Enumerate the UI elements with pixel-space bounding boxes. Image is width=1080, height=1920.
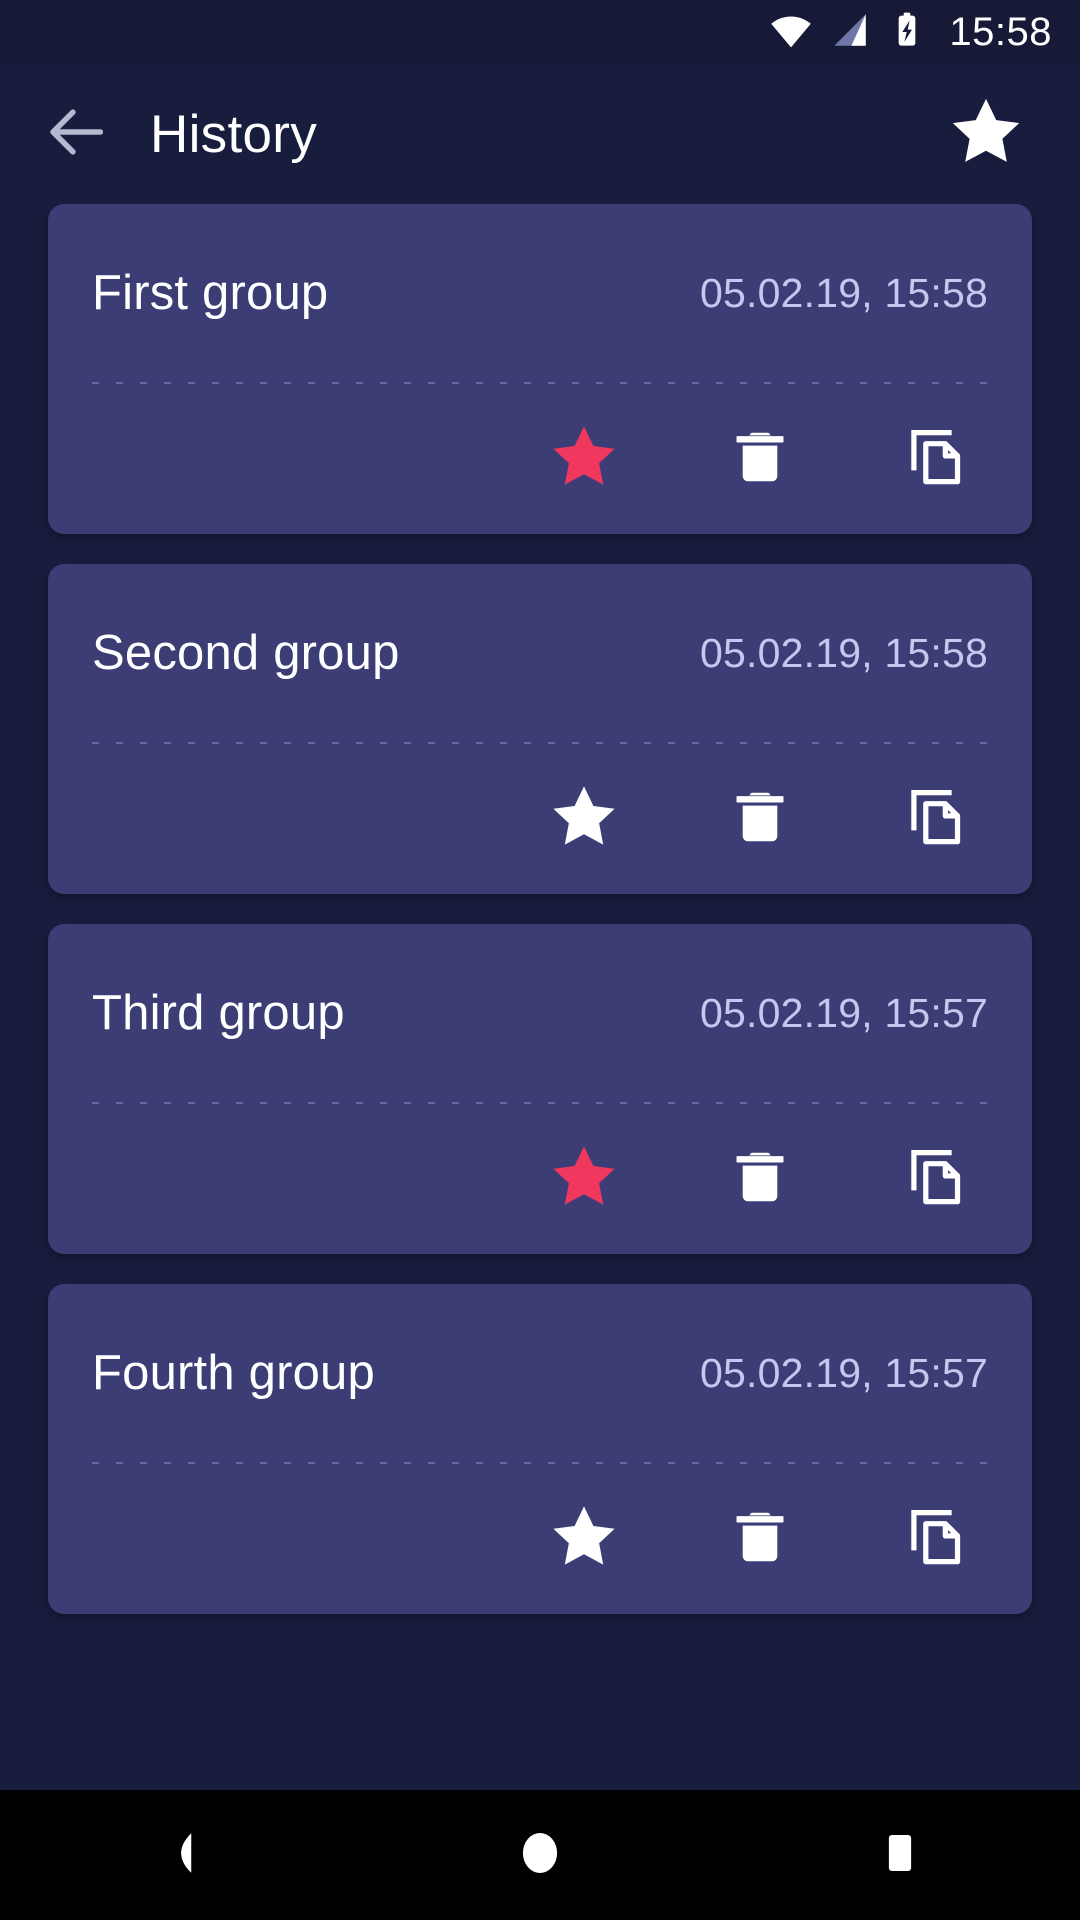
star-icon [548,1501,620,1578]
back-button[interactable] [22,79,132,189]
arrow-back-icon [42,97,112,172]
card-date: 05.02.19, 15:58 [700,629,988,676]
nav-home-button[interactable] [460,1790,620,1920]
card-divider [92,742,988,744]
card-actions [92,744,988,894]
copy-icon [902,423,970,496]
copy-button[interactable] [890,413,982,505]
card-divider [92,1102,988,1104]
card-divider [92,382,988,384]
copy-icon [902,1503,970,1576]
star-icon [548,1141,620,1218]
nav-back-button[interactable] [100,1790,260,1920]
favorite-button[interactable] [538,1133,630,1225]
copy-icon [902,783,970,856]
history-card[interactable]: Third group 05.02.19, 15:57 [48,924,1032,1254]
card-date: 05.02.19, 15:57 [700,989,988,1036]
delete-button[interactable] [714,413,806,505]
app-bar: History [0,64,1080,204]
card-divider [92,1462,988,1464]
status-bar-clock: 15:58 [949,10,1052,54]
favorites-button[interactable] [938,86,1034,182]
copy-button[interactable] [890,1133,982,1225]
card-header: Second group 05.02.19, 15:58 [92,564,988,742]
card-title: Second group [92,626,400,680]
favorite-button[interactable] [538,413,630,505]
status-bar: 15:58 [0,0,1080,64]
wifi-icon [769,8,813,57]
trash-icon [729,786,791,853]
card-header: Fourth group 05.02.19, 15:57 [92,1284,988,1462]
trash-icon [729,426,791,493]
system-navigation-bar [0,1790,1080,1920]
delete-button[interactable] [714,773,806,865]
copy-button[interactable] [890,773,982,865]
star-icon [548,781,620,858]
app-screen: 15:58 History First group 05.02.19, 15:5… [0,0,1080,1920]
favorite-button[interactable] [538,773,630,865]
page-title: History [150,104,318,164]
card-actions [92,1104,988,1254]
card-header: Third group 05.02.19, 15:57 [92,924,988,1102]
card-date: 05.02.19, 15:58 [700,269,988,316]
card-date: 05.02.19, 15:57 [700,1349,988,1396]
nav-home-icon [515,1828,565,1883]
nav-recents-button[interactable] [820,1790,980,1920]
cellular-signal-icon [829,9,871,56]
card-title: Third group [92,986,345,1040]
trash-icon [729,1506,791,1573]
star-icon [548,421,620,498]
nav-back-icon [153,1826,207,1885]
trash-icon [729,1146,791,1213]
card-header: First group 05.02.19, 15:58 [92,204,988,382]
copy-button[interactable] [890,1493,982,1585]
history-card[interactable]: Fourth group 05.02.19, 15:57 [48,1284,1032,1614]
history-card[interactable]: First group 05.02.19, 15:58 [48,204,1032,534]
card-actions [92,1464,988,1614]
copy-icon [902,1143,970,1216]
card-title: Fourth group [92,1346,375,1400]
history-list[interactable]: First group 05.02.19, 15:58 Second group… [0,204,1080,1790]
star-filled-icon [947,93,1025,176]
favorite-button[interactable] [538,1493,630,1585]
nav-recents-icon [877,1830,923,1881]
delete-button[interactable] [714,1133,806,1225]
card-title: First group [92,266,329,320]
delete-button[interactable] [714,1493,806,1585]
battery-charging-icon [887,10,927,55]
history-card[interactable]: Second group 05.02.19, 15:58 [48,564,1032,894]
card-actions [92,384,988,534]
